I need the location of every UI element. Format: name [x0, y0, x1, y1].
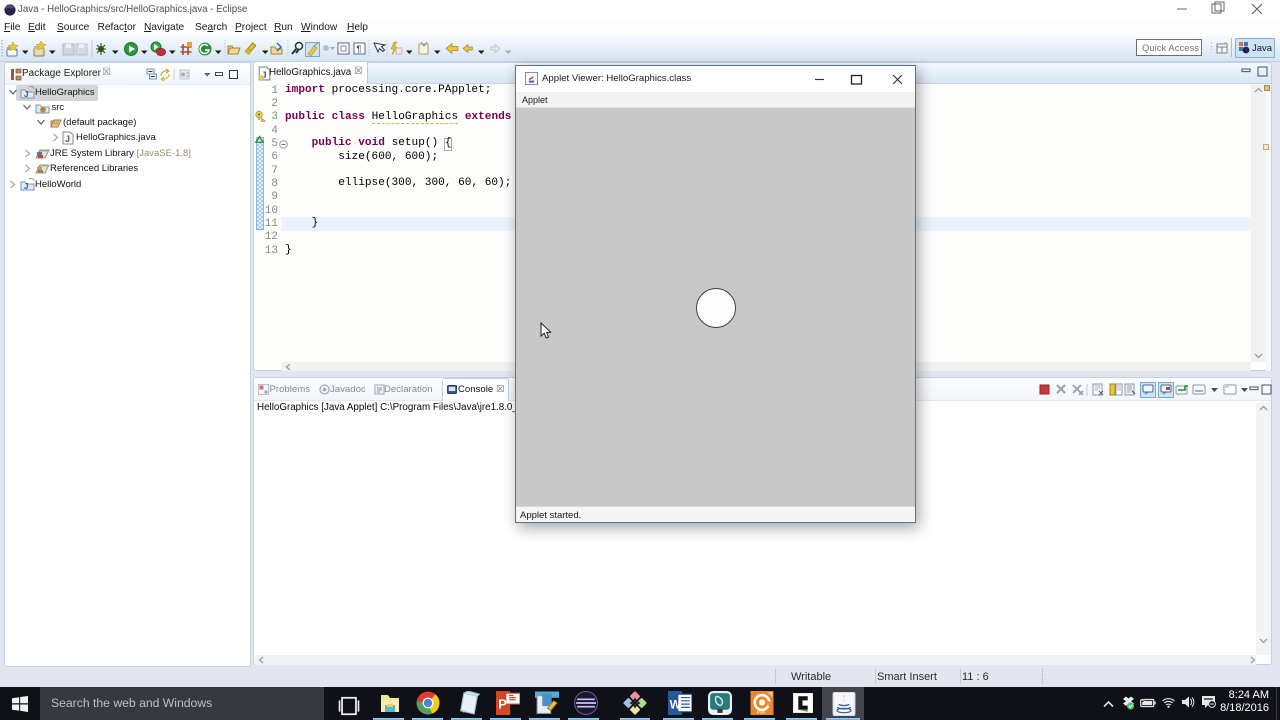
svg-text:J: J — [24, 90, 28, 99]
svg-text:PDF: PDF — [757, 709, 767, 714]
svg-text:W: W — [670, 697, 682, 711]
svg-text:P: P — [498, 696, 507, 711]
svg-text:J: J — [24, 182, 28, 191]
svg-text:¶: ¶ — [357, 44, 362, 54]
svg-text:J: J — [65, 134, 70, 144]
